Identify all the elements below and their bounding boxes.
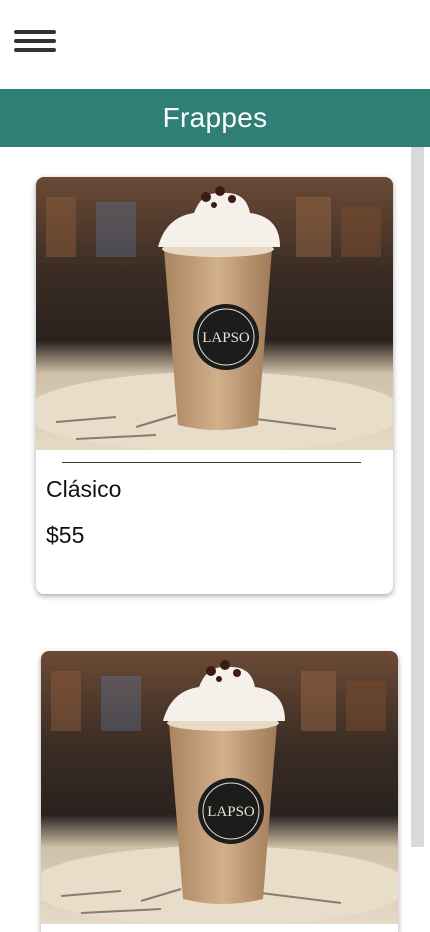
product-name: Clásico [46,476,122,502]
product-price: $55 [46,522,85,548]
card-divider [62,462,361,463]
category-title: Frappes [162,102,268,133]
frappe-photo: LAPSO [36,177,393,450]
frappe-photo: LAPSO [41,651,398,924]
scrollbar-thumb[interactable] [411,147,424,847]
top-app-bar [0,0,430,89]
svg-text:LAPSO: LAPSO [202,330,250,346]
category-title-bar: Frappes [0,89,430,147]
svg-text:LAPSO: LAPSO [207,804,255,820]
product-card[interactable]: LAPSO Clásico $55 [36,177,393,594]
hamburger-menu-icon[interactable] [14,30,56,54]
product-list[interactable]: LAPSO Clásico $55 LAPSO [0,147,430,932]
product-card[interactable]: LAPSO [41,651,398,932]
